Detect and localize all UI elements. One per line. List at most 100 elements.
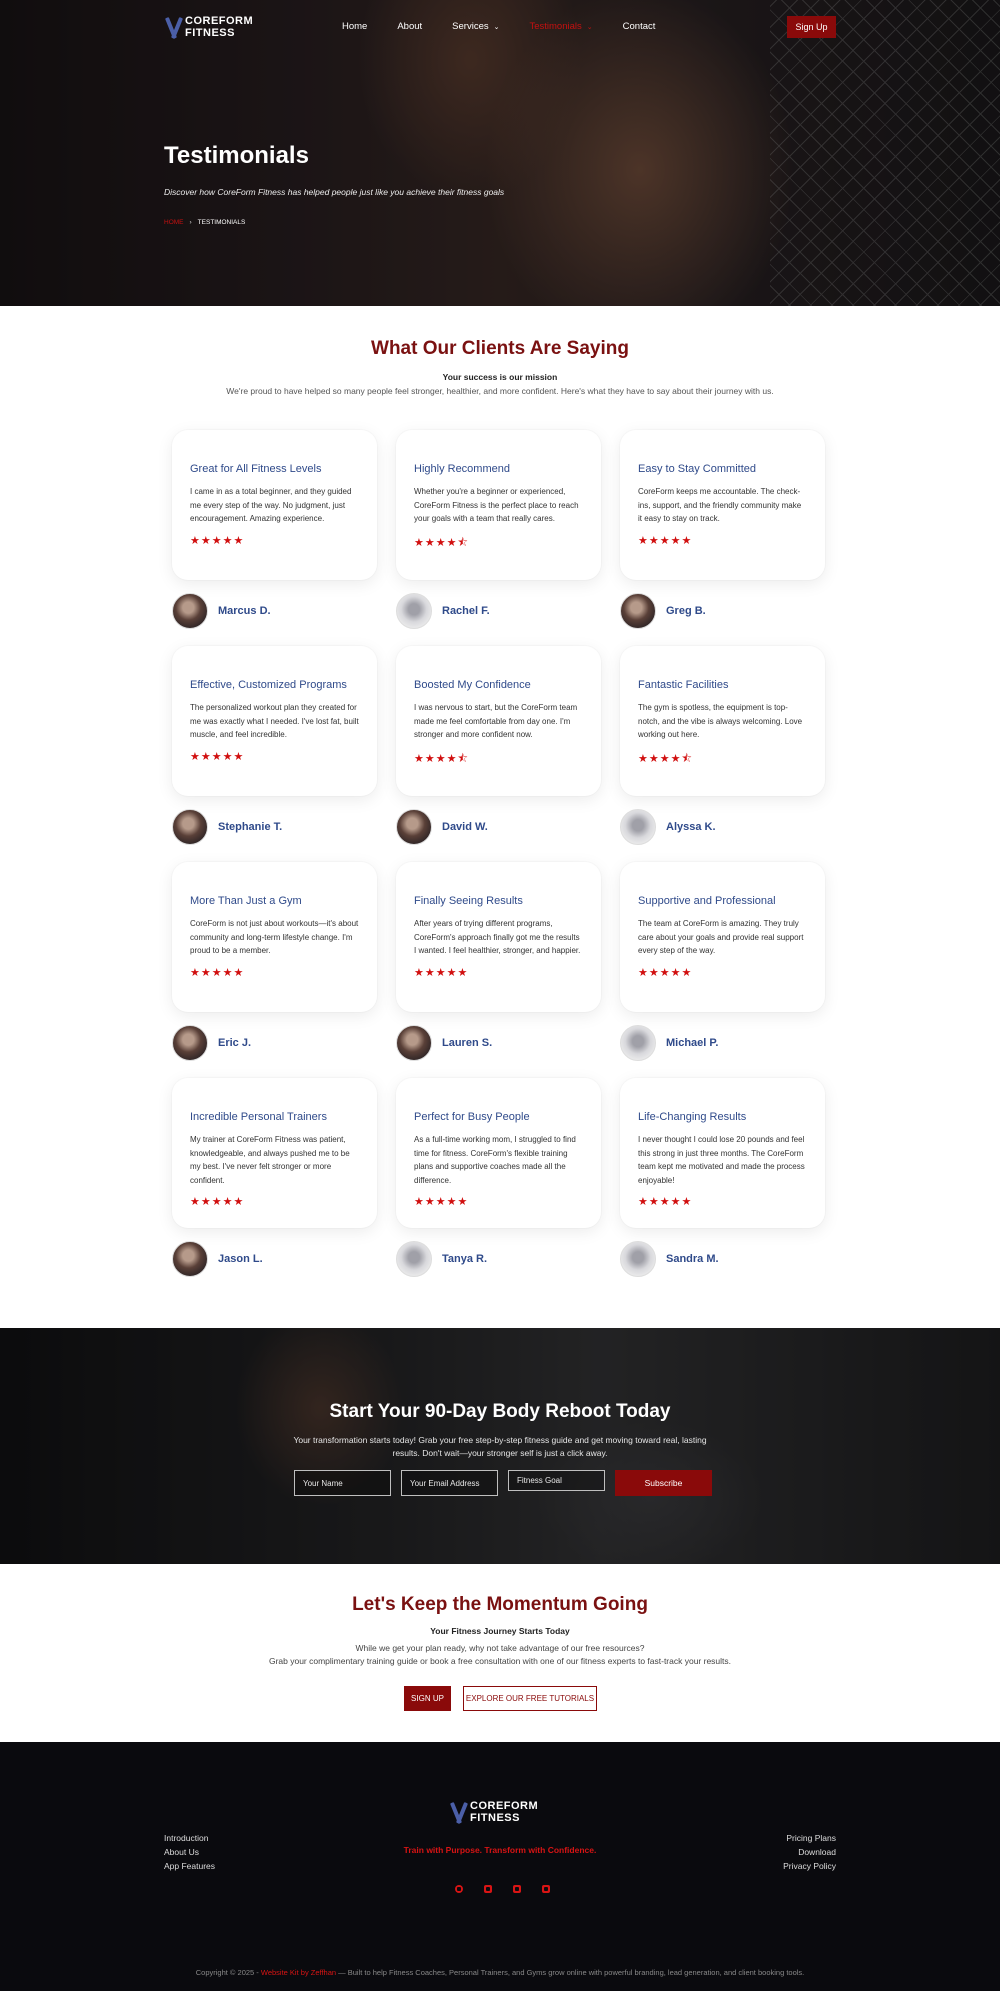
breadcrumb-home[interactable]: HOME [164,219,184,226]
momentum-tagline: Your Fitness Journey Starts Today [430,1626,570,1636]
testimonial-text: The team at CoreForm is amazing. They tr… [638,919,804,955]
breadcrumb-separator-icon: › [189,219,192,226]
nav-signup-button[interactable]: Sign Up [787,16,836,38]
testimonial-item: Easy to Stay Committed CoreForm keeps me … [614,420,836,636]
avatar [620,809,656,845]
testimonial-author: Marcus D. [172,593,271,629]
copyright: Copyright © 2025 - Website Kit by Zeffha… [195,1968,805,1977]
linkedin-icon[interactable] [511,1883,523,1895]
fitness-goal-field[interactable] [508,1470,605,1491]
hero-section: COREFORM FITNESS Home About Services ⌄ Te… [0,0,1000,306]
star-rating-icon: ★★★★⯪ [414,536,469,549]
footer-link-download[interactable]: Download [783,1845,836,1859]
testimonial-title: Fantastic Facilities [638,679,729,691]
nav-links: Home About Services ⌄ Testimonials ⌄ Conta… [342,21,685,32]
youtube-icon[interactable] [540,1883,552,1895]
avatar [172,1025,208,1061]
testimonial-author: Michael P. [620,1025,718,1061]
explore-tutorials-button[interactable]: EXPLORE OUR FREE TUTORIALS [463,1686,597,1711]
avatar [620,593,656,629]
testimonial-card: More Than Just a Gym CoreForm is not just… [172,862,377,1020]
testimonial-item: Supportive and Professional The team at C… [614,852,836,1068]
author-name: Tanya R. [442,1253,488,1265]
star-rating-icon: ★★★★★ [638,1196,693,1208]
author-name: Marcus D. [218,605,271,617]
nav-about[interactable]: About [397,21,422,32]
avatar [620,1241,656,1277]
signup-form: Subscribe [294,1470,712,1496]
testimonials-description: We're proud to have helped so many peopl… [226,386,774,396]
avatar [396,593,432,629]
testimonial-author: Jason L. [172,1241,263,1277]
testimonial-author: Stephanie T. [172,809,282,845]
facebook-icon[interactable] [453,1883,465,1895]
footer-logo[interactable]: COREFORM FITNESS [450,1800,538,1824]
signup-button[interactable]: SIGN UP [404,1686,451,1711]
subscribe-button[interactable]: Subscribe [615,1470,712,1496]
footer-link-privacy[interactable]: Privacy Policy [783,1859,836,1873]
testimonial-item: Finally Seeing Results After years of try… [390,852,614,1068]
author-name: Stephanie T. [218,821,283,833]
footer-link-introduction[interactable]: Introduction [164,1831,215,1845]
logo-mark-icon [165,15,183,39]
reboot-text: Your transformation starts today! Grab y… [293,1435,707,1458]
testimonial-item: Great for All Fitness Levels I came in as… [166,420,390,636]
name-field[interactable] [294,1470,391,1496]
star-rating-icon: ★★★★⯪ [414,752,469,765]
star-rating-icon: ★★★★★ [190,534,245,547]
testimonial-title: Highly Recommend [414,463,510,475]
testimonial-author: Alyssa K. [620,809,716,845]
testimonial-author: Tanya R. [396,1241,487,1277]
author-name: Lauren S. [442,1037,493,1049]
author-name: Greg B. [666,605,706,617]
testimonial-author: Rachel F. [396,593,490,629]
momentum-actions: SIGN UP EXPLORE OUR FREE TUTORIALS [404,1686,597,1711]
footer-link-app-features[interactable]: App Features [164,1859,215,1873]
testimonial-item: Highly Recommend Whether you're a beginne… [390,420,614,636]
testimonial-text: The personalized workout plan they creat… [190,703,359,739]
star-rating-icon: ★★★★⯪ [638,752,693,765]
nav-home[interactable]: Home [342,21,367,32]
footer-link-pricing[interactable]: Pricing Plans [783,1831,836,1845]
momentum-heading: Let's Keep the Momentum Going [352,1594,648,1615]
site-logo[interactable]: COREFORM FITNESS [165,15,253,39]
testimonial-title: Supportive and Professional [638,895,776,907]
logo-line1: COREFORM [185,15,254,27]
website-kit-link[interactable]: Website Kit by Zeffhan [261,1968,336,1977]
testimonial-item: Boosted My Confidence I was nervous to st… [390,636,614,852]
hero-subtitle: Discover how CoreForm Fitness has helped… [164,187,505,197]
nav-services[interactable]: Services ⌄ [452,21,499,32]
testimonial-card: Easy to Stay Committed CoreForm keeps me … [620,430,825,588]
testimonial-text: Whether you're a beginner or experienced… [414,487,579,523]
testimonial-text: CoreForm keeps me accountable. The check… [638,487,802,523]
testimonial-card: Incredible Personal Trainers My trainer a… [172,1078,377,1236]
testimonial-text: My trainer at CoreForm Fitness was patie… [190,1135,350,1185]
testimonial-author: Eric J. [172,1025,251,1061]
email-field[interactable] [401,1470,498,1496]
star-rating-icon: ★★★★★ [638,534,693,547]
testimonial-title: Boosted My Confidence [414,679,531,691]
testimonial-title: Finally Seeing Results [414,895,523,907]
testimonial-text: CoreForm is not just about workouts—it's… [190,919,359,955]
testimonial-title: Life-Changing Results [638,1111,747,1123]
instagram-icon[interactable] [482,1883,494,1895]
author-name: Eric J. [218,1037,252,1049]
momentum-text: While we get your plan ready, why not ta… [268,1643,732,1666]
testimonial-text: I was nervous to start, but the CoreForm… [414,703,578,739]
nav-contact[interactable]: Contact [623,21,656,32]
chevron-down-icon: ⌄ [586,23,593,31]
testimonial-card: Highly Recommend Whether you're a beginne… [396,430,601,588]
testimonial-text: As a full-time working mom, I struggled … [414,1135,576,1185]
testimonial-text: The gym is spotless, the equipment is to… [638,703,803,739]
top-navigation: COREFORM FITNESS Home About Services ⌄ Te… [0,0,1000,54]
testimonial-title: Perfect for Busy People [414,1111,530,1123]
author-name: Alyssa K. [666,821,716,833]
testimonial-card: Supportive and Professional The team at C… [620,862,825,1020]
author-name: Michael P. [666,1037,719,1049]
testimonial-title: Easy to Stay Committed [638,463,756,475]
testimonial-card: Fantastic Facilities The gym is spotless,… [620,646,825,804]
social-links [453,1883,569,1895]
nav-testimonials[interactable]: Testimonials ⌄ [529,21,592,32]
testimonial-text: After years of trying different programs… [414,919,581,955]
avatar [396,1025,432,1061]
